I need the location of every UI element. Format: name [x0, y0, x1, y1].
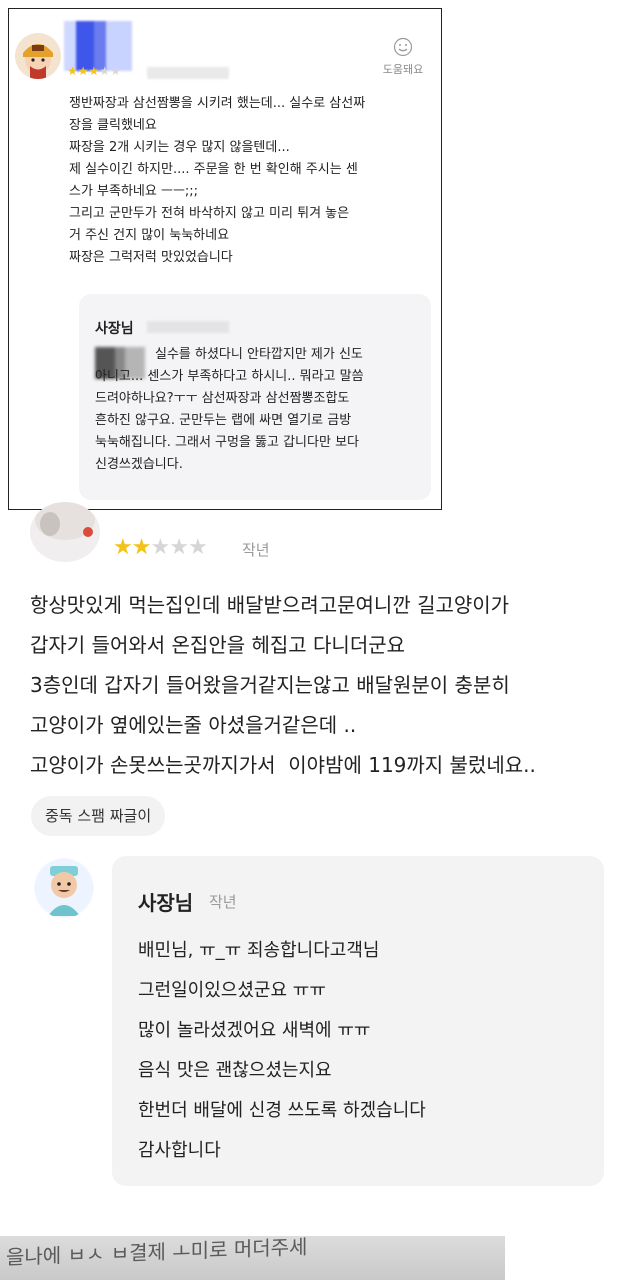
reply-author: 사장님 [95, 321, 134, 337]
ordered-menu-tag[interactable]: 중독 스팸 짜글이 [31, 796, 166, 836]
reviewer-avatar[interactable] [30, 502, 100, 562]
review-rating-stars: ★★★★★ [113, 535, 208, 560]
helpful-label: 도움돼요 [382, 63, 424, 76]
receipt-photo-text: 을나에 ㅂㅅ ㅂ결제 ㅗ미로 머더주세 [6, 1236, 308, 1270]
reply-date-blurred [147, 321, 229, 333]
review-date-blurred [147, 67, 229, 79]
owner-reply: 사장님 실수를 하셨다니 안타깝지만 제가 신도 아니고... 센스가 부족하다… [79, 294, 431, 500]
review-date: 작년 [242, 541, 270, 559]
reply-text: 배민님, ㅠ_ㅠ 죄송합니다고객님 그런일이있으셨군요 ㅠㅠ 많이 놀라셨겠어요… [138, 940, 426, 1161]
owner-avatar [34, 858, 94, 918]
smile-icon [393, 37, 413, 57]
helpful-button[interactable]: 도움돼요 [373, 37, 433, 77]
receipt-photo: 을나에 ㅂㅅ ㅂ결제 ㅗ미로 머더주세 [0, 1236, 505, 1280]
reviewer-avatar[interactable] [15, 33, 61, 79]
review-card-1: ★★★★★ 도움돼요 쟁반짜장과 삼선짬뽕을 시키려 했는데... 실수로 삼선… [8, 8, 442, 510]
owner-reply: 사장님 작년 배민님, ㅠ_ㅠ 죄송합니다고객님 그런일이있으셨군요 ㅠㅠ 많이… [112, 856, 604, 1186]
review-rating-stars: ★★★★★ [67, 64, 121, 78]
review-text: 항상맛있게 먹는집인데 배달받으려고문여니깐 길고양이가 갑자기 들어와서 온집… [30, 593, 536, 777]
reply-author: 사장님 [138, 891, 194, 915]
review-text: 쟁반짜장과 삼선짬뽕을 시키려 했는데... 실수로 삼선짜 장을 클릭했네요 … [69, 96, 366, 265]
reply-date: 작년 [209, 893, 237, 911]
reply-text: 실수를 하셨다니 안타깝지만 제가 신도 아니고... 센스가 부족하다고 하시… [95, 347, 364, 472]
